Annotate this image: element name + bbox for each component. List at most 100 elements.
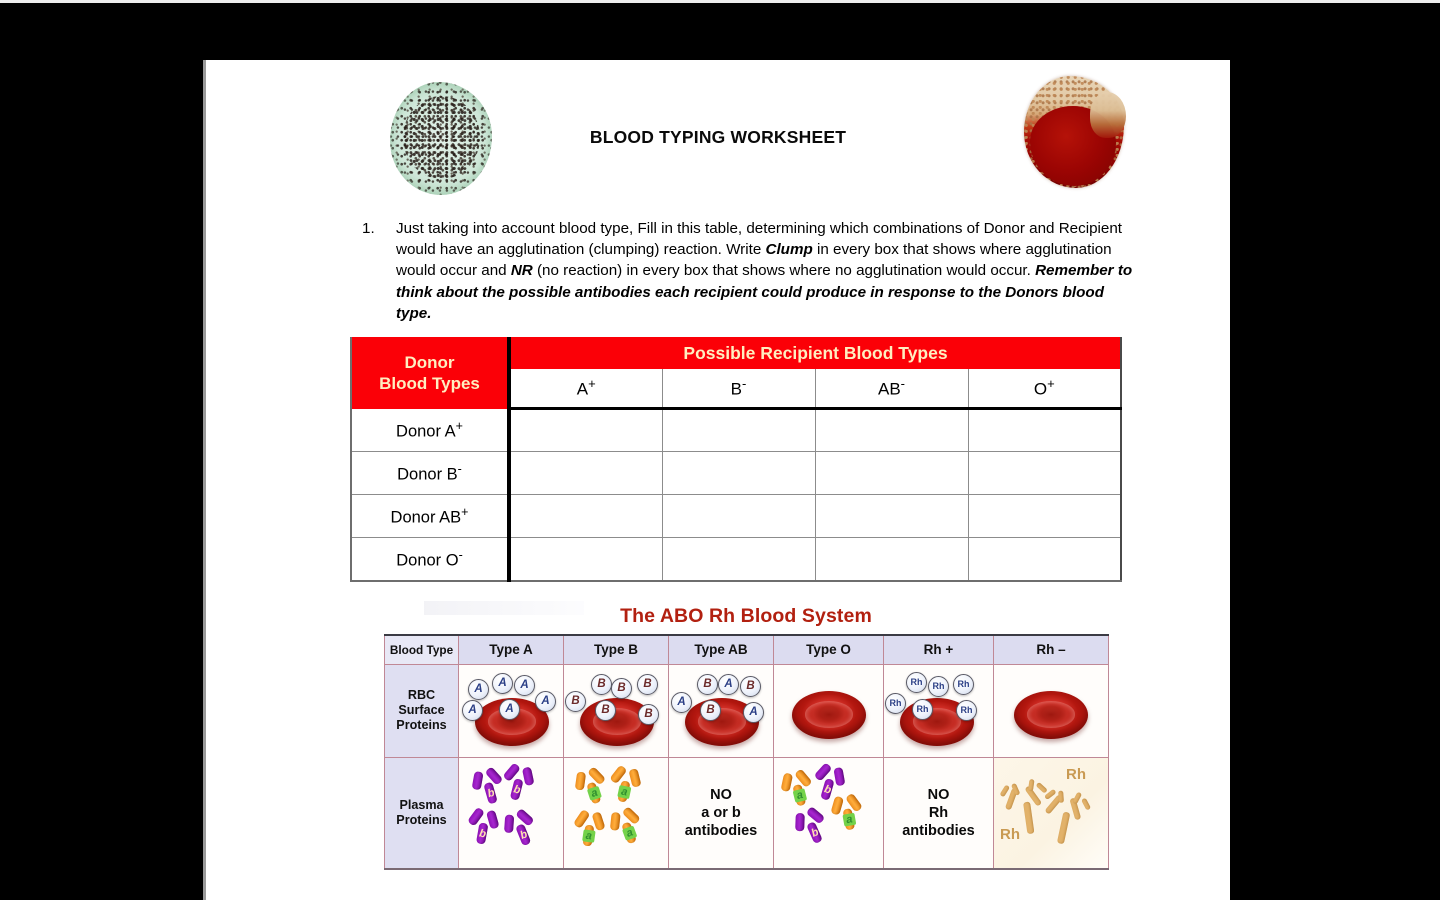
donor-row-label-b-sign: - <box>457 461 462 476</box>
antigen-marker-rh: Rh <box>953 673 974 695</box>
answer-cell-ab-a[interactable] <box>507 494 663 538</box>
rbc-type-ab-illustration: B A B A B A <box>669 665 773 757</box>
abo-cell-rbc-type-o <box>773 663 884 758</box>
antibody-label: b <box>822 782 833 797</box>
recipient-type-a: A+ <box>507 368 663 410</box>
abo-cell-plasma-rh-negative: Rh Rh <box>993 756 1109 870</box>
rbc-type-a-illustration: A A A A A A <box>459 665 563 757</box>
antigen-marker-a: A <box>468 678 489 700</box>
antigen-marker-b: B <box>611 677 632 699</box>
answer-cell-o-ab[interactable] <box>814 537 969 582</box>
table-row: Donor B- <box>350 451 1122 495</box>
recipient-type-b: B- <box>661 368 816 410</box>
antigen-marker-rh: Rh <box>928 675 949 697</box>
donor-row-label-o-sign: - <box>458 547 463 562</box>
anti-a-and-anti-b-antibodies-illustration: a b a b <box>774 758 883 869</box>
abo-col-type-o: Type O <box>773 634 884 665</box>
scan-artifact <box>424 601 584 615</box>
donor-blood-types-header: Donor Blood Types <box>350 337 510 409</box>
abo-row-plasma-proteins: Plasma Proteins b b b b a a a a NO a or … <box>384 756 1109 870</box>
question-block: 1. Just taking into account blood type, … <box>362 218 1140 324</box>
antigen-marker-a: A <box>535 690 556 712</box>
rh-label: Rh <box>1000 825 1020 843</box>
blood-typing-table: Donor Blood Types Possible Recipient Blo… <box>350 337 1122 582</box>
antibody-label: b <box>478 827 487 841</box>
rbc-rh-positive-illustration: Rh Rh Rh Rh Rh Rh <box>884 665 993 757</box>
antibody-label: a <box>792 787 808 803</box>
answer-cell-b-o[interactable] <box>967 451 1122 495</box>
rbc-type-o-illustration <box>774 665 883 757</box>
abo-rowlabel-plasma-line2: Proteins <box>396 812 447 827</box>
abo-cell-rbc-type-ab: B A B A B A <box>668 663 774 758</box>
red-blood-cell-icon <box>1014 690 1088 739</box>
donor-row-label-o-text: Donor O <box>396 551 459 569</box>
table-header-row-1: Donor Blood Types Possible Recipient Blo… <box>350 337 1122 409</box>
abo-cell-plasma-type-o: a b a b <box>773 756 884 870</box>
answer-cell-o-o[interactable] <box>967 537 1122 582</box>
answer-cell-ab-o[interactable] <box>967 494 1122 538</box>
donor-header-line1: Donor <box>404 353 455 372</box>
antigen-marker-b: B <box>565 690 586 712</box>
abo-header-row: Blood Type Type A Type B Type AB Type O … <box>384 634 1109 665</box>
abo-cell-plasma-type-b: a a a a <box>563 756 669 870</box>
question-number: 1. <box>362 220 375 237</box>
donor-row-label-a-sign: + <box>455 418 463 433</box>
antigen-marker-rh: Rh <box>885 692 906 714</box>
answer-cell-ab-ab[interactable] <box>814 494 969 538</box>
antigen-marker-a: A <box>743 701 764 723</box>
rbc-type-b-illustration: B B B B B B <box>564 665 668 757</box>
answer-cell-a-a[interactable] <box>507 408 663 452</box>
abo-rowlabel-rbc-line2: Surface <box>398 703 445 717</box>
screen: BLOOD TYPING WORKSHEET 1. Just taking in… <box>0 0 1440 900</box>
top-light-strip <box>0 0 1440 3</box>
antibody-icon: b <box>499 805 540 850</box>
no-rh-antibodies-line3: antibodies <box>902 822 975 839</box>
antigen-marker-a: A <box>462 699 483 721</box>
rh-antibody-icon <box>1037 787 1093 849</box>
answer-cell-b-ab[interactable] <box>814 451 969 495</box>
antigen-marker-a: A <box>514 674 535 696</box>
answer-cell-ab-b[interactable] <box>661 494 816 538</box>
antigen-marker-rh: Rh <box>912 698 933 720</box>
antibody-icon: b <box>790 803 832 848</box>
antigen-marker-rh: Rh <box>956 699 977 721</box>
abo-row-rbc-surface-proteins: RBC Surface Proteins A A A A A A B B B B… <box>384 663 1109 758</box>
donor-row-label-b: Donor B- <box>350 451 510 495</box>
answer-cell-a-ab[interactable] <box>814 408 969 452</box>
no-ab-antibodies-line3: antibodies <box>684 822 758 839</box>
recipient-type-b-sign: - <box>742 376 747 392</box>
answer-cell-a-b[interactable] <box>661 408 816 452</box>
antibody-label: b <box>512 782 522 797</box>
abo-rowlabel-rbc-line3: Proteins <box>396 718 447 732</box>
recipient-type-o: O+ <box>967 368 1122 410</box>
antibody-icon: a <box>571 764 611 808</box>
antigen-marker-b: B <box>638 703 659 725</box>
abo-col-type-a: Type A <box>458 634 564 665</box>
recipient-type-ab: AB- <box>814 368 969 410</box>
antigen-marker-a: A <box>499 698 520 720</box>
answer-cell-a-o[interactable] <box>967 408 1122 452</box>
red-blood-cell-icon <box>792 690 866 739</box>
no-rh-antibodies-line1: NO <box>927 786 950 803</box>
abo-rh-table: Blood Type Type A Type B Type AB Type O … <box>384 634 1109 870</box>
question-part-4: . <box>1026 262 1036 280</box>
antigen-marker-b: B <box>697 673 718 695</box>
antigen-marker-b: B <box>591 673 612 695</box>
answer-cell-o-a[interactable] <box>507 537 663 582</box>
recipient-type-o-sign: + <box>1047 376 1055 392</box>
donor-row-label-ab: Donor AB+ <box>350 494 510 538</box>
answer-cell-b-a[interactable] <box>507 451 663 495</box>
antigen-marker-b: B <box>637 673 658 695</box>
answer-cell-o-b[interactable] <box>661 537 816 582</box>
donor-row-label-o: Donor O- <box>350 537 510 582</box>
abo-rowlabel-rbc-line1: RBC <box>407 688 436 702</box>
abo-rowlabel-rbc: RBC Surface Proteins <box>384 663 459 758</box>
antibody-icon: a <box>829 791 865 832</box>
question-emph-clump: Clump <box>765 241 813 259</box>
answer-cell-b-b[interactable] <box>661 451 816 495</box>
anti-a-antibodies-illustration: a a a a <box>564 758 668 869</box>
no-ab-antibodies-line1: NO <box>710 786 732 803</box>
no-ab-antibodies-line2: a or b <box>701 804 741 821</box>
abo-cell-rbc-type-b: B B B B B B <box>563 663 669 758</box>
table-row: Donor AB+ <box>350 494 1122 538</box>
